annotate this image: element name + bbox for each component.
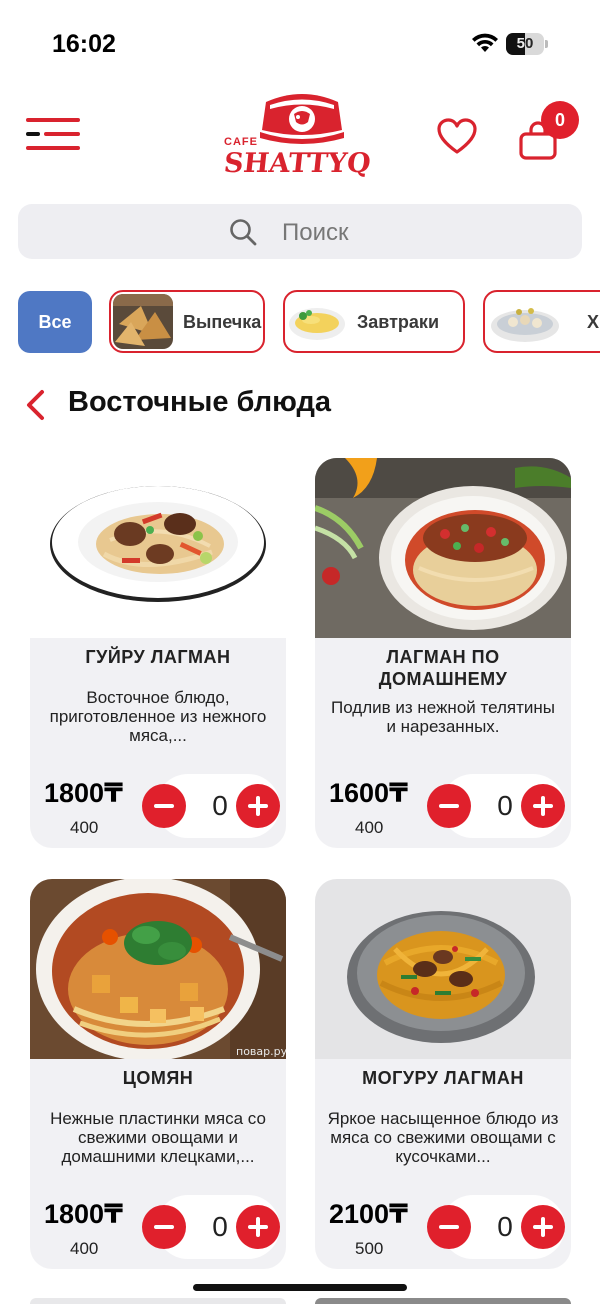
back-chevron-icon[interactable]: [22, 388, 50, 422]
product-card[interactable]: МОГУРУ ЛАГМАН Яркое насыщенное блюдо из …: [315, 879, 571, 1269]
category-chip-all[interactable]: Все: [18, 291, 92, 353]
product-info: ГУЙРУ ЛАГМАН Восточное блюдо, приготовле…: [30, 638, 286, 848]
quantity-value: 0: [212, 1211, 228, 1242]
menu-icon[interactable]: [22, 118, 80, 152]
quantity-stepper: 0: [142, 774, 280, 838]
product-description: Подлив из нежной телятины и нарезанных.: [331, 698, 555, 736]
decrease-quantity-button[interactable]: [142, 784, 186, 828]
decrease-quantity-button[interactable]: [427, 1205, 471, 1249]
logo: CAFE SHATTYQ: [222, 92, 382, 184]
next-card-peek: [315, 1298, 571, 1304]
product-weight: 400: [70, 818, 99, 837]
cold-dishes-image: [487, 294, 567, 349]
app-header: CAFE SHATTYQ 0: [0, 90, 600, 190]
quantity-stepper: 0: [427, 774, 565, 838]
increase-quantity-button[interactable]: [521, 1205, 565, 1249]
category-label: Завтраки: [357, 312, 440, 332]
category-chip-pastry[interactable]: Выпечка: [109, 290, 265, 353]
battery-icon: 50: [506, 33, 544, 55]
increase-quantity-button[interactable]: [236, 1205, 280, 1249]
category-label: Выпечка: [183, 312, 262, 332]
search-placeholder: Поиск: [282, 219, 349, 246]
product-info: МОГУРУ ЛАГМАН Яркое насыщенное блюдо из …: [315, 1059, 571, 1269]
battery-cap: [545, 40, 548, 48]
category-chips: Все Выпечка Завтраки Х: [0, 289, 600, 355]
heart-icon[interactable]: [437, 118, 477, 156]
product-name: ЛАГМАН ПО ДОМАШНЕМУ: [378, 647, 508, 689]
quantity-stepper: 0: [427, 1195, 565, 1259]
increase-quantity-button[interactable]: [521, 784, 565, 828]
product-price: 1600₸: [329, 778, 408, 808]
next-card-peek: [30, 1298, 286, 1304]
product-weight: 400: [70, 1239, 99, 1258]
status-bar: 16:02 50: [0, 0, 600, 90]
decrease-quantity-button[interactable]: [142, 1205, 186, 1249]
product-info: ЛАГМАН ПО ДОМАШНЕМУ Подлив из нежной тел…: [315, 638, 571, 848]
section-title: Восточные блюда: [68, 386, 332, 418]
search-icon: [230, 219, 257, 246]
product-card[interactable]: повар.ру ЦОМЯН Нежные пластинки мяса со …: [30, 879, 286, 1269]
product-name: ЦОМЯН: [122, 1068, 194, 1088]
product-name: МОГУРУ ЛАГМАН: [362, 1068, 524, 1088]
decrease-quantity-button[interactable]: [427, 784, 471, 828]
status-time: 16:02: [52, 30, 116, 58]
breakfast-image: [287, 294, 347, 349]
battery-level: 50: [516, 35, 534, 52]
product-image: [315, 458, 571, 638]
product-weight: 400: [355, 818, 384, 837]
pastry-image: [113, 294, 173, 349]
category-chip-next[interactable]: Х: [483, 290, 600, 353]
quantity-value: 0: [212, 790, 228, 821]
home-indicator[interactable]: [193, 1284, 407, 1291]
product-price: 2100₸: [329, 1199, 408, 1229]
product-weight: 500: [355, 1239, 384, 1258]
quantity-stepper: 0: [142, 1195, 280, 1259]
category-chip-breakfast[interactable]: Завтраки: [283, 290, 465, 353]
logo-cafe: CAFE: [224, 136, 258, 148]
product-description: Восточное блюдо, приготовленное из нежно…: [49, 688, 267, 745]
cart-count-badge: 0: [541, 101, 579, 139]
product-image: повар.ру: [30, 879, 286, 1059]
quantity-value: 0: [497, 790, 513, 821]
image-watermark: повар.ру: [236, 1045, 286, 1058]
product-name: ГУЙРУ ЛАГМАН: [85, 647, 231, 667]
product-description: Яркое насыщенное блюдо из мяса со свежим…: [327, 1109, 559, 1166]
logo-yurt-icon: [260, 94, 344, 144]
product-price: 1800₸: [44, 778, 123, 808]
increase-quantity-button[interactable]: [236, 784, 280, 828]
product-card[interactable]: ЛАГМАН ПО ДОМАШНЕМУ Подлив из нежной тел…: [315, 458, 571, 848]
quantity-value: 0: [497, 1211, 513, 1242]
product-image: [315, 879, 571, 1059]
product-card[interactable]: ГУЙРУ ЛАГМАН Восточное блюдо, приготовле…: [30, 458, 286, 848]
product-info: ЦОМЯН Нежные пластинки мяса со свежими о…: [30, 1059, 286, 1269]
search-input[interactable]: Поиск: [18, 204, 582, 259]
product-image: [30, 458, 286, 638]
product-description: Нежные пластинки мяса со свежими овощами…: [50, 1109, 266, 1166]
logo-name: SHATTYQ: [222, 148, 373, 179]
category-label: Х: [587, 312, 600, 332]
product-price: 1800₸: [44, 1199, 123, 1229]
wifi-icon: [472, 33, 498, 52]
